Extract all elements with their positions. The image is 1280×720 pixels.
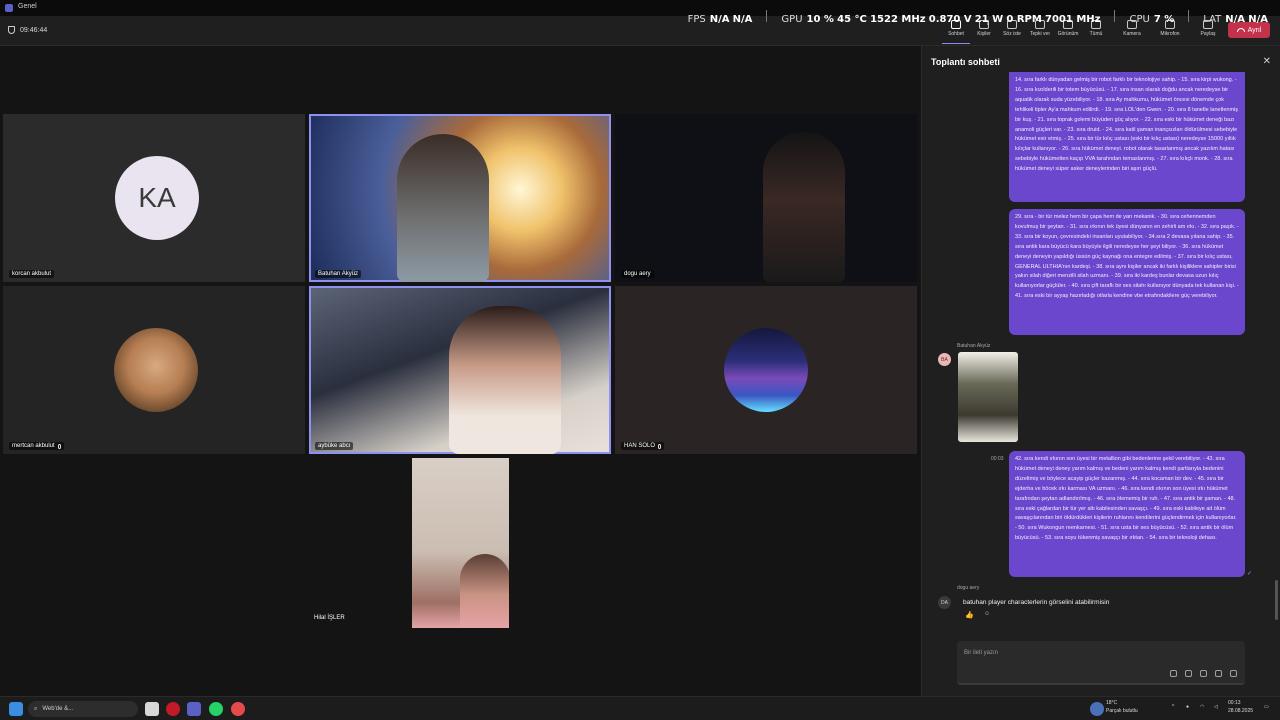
participant-name: Batuhan Akyüz [315, 270, 362, 278]
weather-temp: 18°C [1106, 700, 1118, 706]
gif-icon[interactable] [1185, 670, 1192, 677]
read-receipt-icon: ✓ [1247, 571, 1253, 577]
mic-muted-icon [57, 443, 61, 449]
wifi-icon[interactable]: ◠ [1200, 704, 1204, 710]
notification-icon[interactable]: ▭ [1264, 704, 1269, 710]
participant-tile-batuhan[interactable]: Batuhan Akyüz [309, 114, 611, 282]
participant-video [397, 134, 489, 282]
compose-placeholder: Bir ileti yazın [964, 650, 999, 656]
participant-name: dogu aery [621, 270, 654, 278]
phone-icon [1236, 28, 1245, 32]
windows-start-icon[interactable] [9, 702, 23, 716]
participant-name: HAN SOLO [621, 442, 665, 450]
speaker-icon[interactable]: ◁ [1214, 704, 1218, 710]
plus-icon[interactable] [1215, 670, 1222, 677]
participant-name: aybüke abcı [315, 442, 354, 450]
participant-video [460, 554, 509, 628]
participant-video [763, 132, 845, 282]
participant-tile-hilal[interactable] [412, 458, 509, 628]
taskbar-search[interactable]: ⌕ Web'de &... [28, 701, 138, 717]
chat-title: Toplantı sohbeti [931, 57, 1000, 67]
clock-date: 28.08.2025 [1228, 708, 1254, 714]
reaction-like[interactable]: 👍 [965, 611, 974, 619]
chat-message: 42. sıra kendi ırkının son üyesi bir met… [1009, 451, 1245, 577]
close-icon[interactable]: ✕ [1263, 56, 1271, 67]
send-icon[interactable] [1230, 670, 1237, 677]
chat-message: batuhan player characterlerin görselini … [963, 599, 1110, 606]
compose-tools [1170, 670, 1237, 677]
avatar [114, 328, 198, 412]
shield-icon [8, 26, 15, 34]
participant-tile-han[interactable]: HAN SOLO [615, 286, 917, 454]
participant-name: mertcan akbulut [9, 442, 64, 450]
participant-tile-aybuke[interactable]: aybüke abcı [309, 286, 611, 454]
window-title: Genel [18, 3, 37, 10]
app-icon[interactable] [231, 702, 245, 716]
message-sender: dogu aery [957, 585, 980, 591]
compose-box[interactable]: Bir ileti yazın [957, 641, 1245, 685]
chat-message: 29. sıra - bir tür melez hem bir çapa he… [1009, 209, 1245, 335]
chevron-up-icon[interactable]: ^ [1172, 704, 1174, 710]
tray-mic-icon[interactable]: ● [1186, 704, 1189, 710]
participant-tile-korcan[interactable]: KA korcan akbulut [3, 114, 305, 282]
teams-taskbar-icon[interactable] [187, 702, 201, 716]
timer-text: 09:46:44 [20, 26, 48, 34]
chat-scrollbar[interactable] [1275, 580, 1278, 620]
avatar: DA [938, 596, 951, 609]
avatar [724, 328, 808, 412]
attach-icon[interactable] [1200, 670, 1207, 677]
taskbar: ⌕ Web'de &... 18°C Parçalı bulutlu ^ ● ◠… [0, 696, 1280, 720]
clock-time: 00:13 [1228, 700, 1241, 706]
message-timestamp: 00:03 [991, 456, 1004, 462]
weather-text: Parçalı bulutlu [1106, 708, 1138, 714]
mic-muted-icon [658, 443, 662, 449]
participant-name-hilal: Hilal İŞLER [314, 615, 345, 621]
opera-icon[interactable] [166, 702, 180, 716]
performance-overlay: FPS N/A N/A GPU 10 % 45 °C 1522 MHz 0.870 … [688, 10, 1268, 26]
chat-message: 14. sıra farklı dünyadan gelmiş bir robo… [1009, 72, 1245, 202]
avatar: BA [938, 353, 951, 366]
video-stage: KA korcan akbulut Batuhan Akyüz dogu aer… [0, 46, 921, 696]
meeting-timer: 09:46:44 [8, 26, 47, 34]
character-image[interactable] [958, 352, 1018, 442]
file-explorer-icon[interactable] [145, 702, 159, 716]
participant-tile-dogu[interactable]: dogu aery [615, 114, 917, 282]
teams-icon [5, 4, 13, 12]
participant-video [449, 306, 561, 454]
participant-tile-mertcan[interactable]: mertcan akbulut [3, 286, 305, 454]
avatar: KA [115, 156, 199, 240]
weather-icon[interactable] [1090, 702, 1104, 716]
participant-name: korcan akbulut [9, 270, 55, 278]
search-icon: ⌕ [34, 705, 38, 712]
whatsapp-icon[interactable] [209, 702, 223, 716]
message-sender: Batuhan Akyüz [957, 343, 991, 349]
add-reaction-icon[interactable]: ☺ [984, 611, 990, 617]
chat-panel: Toplantı sohbeti ✕ 14. sıra farklı dünya… [921, 46, 1280, 696]
emoji-icon[interactable] [1170, 670, 1177, 677]
